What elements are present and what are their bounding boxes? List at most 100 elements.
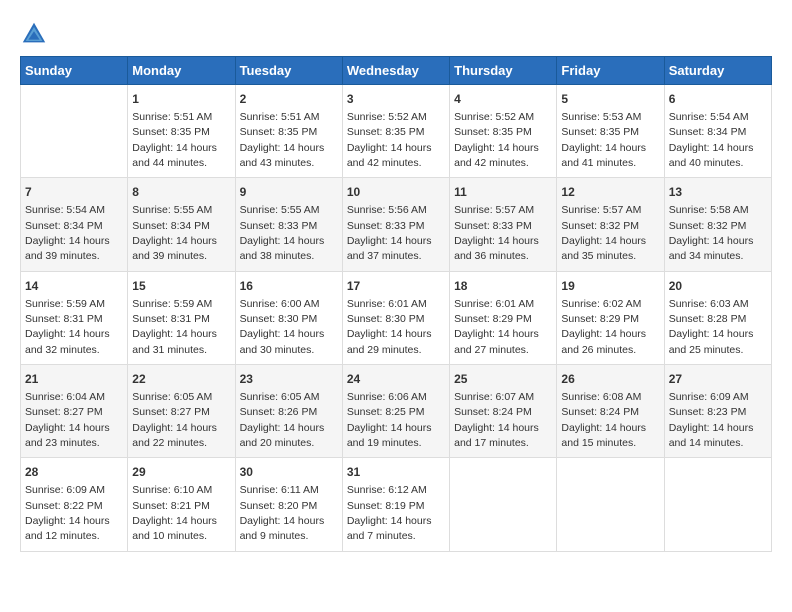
cell-info-line: Sunset: 8:24 PM [561, 406, 639, 418]
cell-info-line: and 14 minutes. [669, 437, 744, 449]
cell-info-line: Sunset: 8:30 PM [347, 313, 425, 325]
cell-info-line: and 37 minutes. [347, 250, 422, 262]
cell-info-line: Sunset: 8:33 PM [347, 220, 425, 232]
cell-info-line: Sunset: 8:33 PM [454, 220, 532, 232]
cell-info-line: Sunset: 8:23 PM [669, 406, 747, 418]
day-number: 9 [240, 184, 338, 201]
cell-info-line: Daylight: 14 hours [669, 328, 754, 340]
cell-info-line: Sunrise: 5:59 AM [25, 298, 105, 310]
day-number: 25 [454, 371, 552, 388]
cell-info-line: Sunset: 8:31 PM [25, 313, 103, 325]
cell-info-line: Daylight: 14 hours [132, 235, 217, 247]
cell-info-line: Daylight: 14 hours [347, 422, 432, 434]
calendar-cell [557, 458, 664, 551]
cell-info-line: Sunset: 8:26 PM [240, 406, 318, 418]
cell-info-line: Daylight: 14 hours [347, 515, 432, 527]
cell-info-line: Sunset: 8:29 PM [454, 313, 532, 325]
cell-info-line: Sunrise: 5:57 AM [561, 204, 641, 216]
cell-info-line: and 30 minutes. [240, 344, 315, 356]
cell-info-line: and 19 minutes. [347, 437, 422, 449]
cell-info-line: Daylight: 14 hours [347, 235, 432, 247]
cell-info-line: Daylight: 14 hours [454, 235, 539, 247]
cell-info-line: and 10 minutes. [132, 530, 207, 542]
cell-info-line: Daylight: 14 hours [669, 422, 754, 434]
cell-info-line: Daylight: 14 hours [240, 142, 325, 154]
day-number: 13 [669, 184, 767, 201]
cell-info-line: Daylight: 14 hours [347, 328, 432, 340]
cell-info-line: Sunset: 8:35 PM [240, 126, 318, 138]
cell-info-line: Sunset: 8:20 PM [240, 500, 318, 512]
cell-info-line: Daylight: 14 hours [454, 142, 539, 154]
cell-info-line: Daylight: 14 hours [25, 422, 110, 434]
calendar-cell: 30Sunrise: 6:11 AMSunset: 8:20 PMDayligh… [235, 458, 342, 551]
day-number: 20 [669, 278, 767, 295]
cell-info-line: and 27 minutes. [454, 344, 529, 356]
day-number: 19 [561, 278, 659, 295]
cell-info-line: Sunrise: 6:00 AM [240, 298, 320, 310]
cell-info-line: Sunrise: 6:09 AM [25, 484, 105, 496]
calendar-cell: 29 Sunrise: 6:10 AM Sunset: 8:21 PM Dayligh… [128, 458, 235, 551]
cell-info-line: Sunset: 8:33 PM [240, 220, 318, 232]
calendar-cell [664, 458, 771, 551]
cell-info-line: Daylight: 14 hours [561, 422, 646, 434]
cell-info-line: Daylight: 14 hours [347, 142, 432, 154]
cell-info-line: Sunset: 8:35 PM [561, 126, 639, 138]
cell-info-line: Sunset: 8:34 PM [132, 220, 210, 232]
cell-info-line: Daylight: 14 hours [132, 515, 217, 527]
day-number: 7 [25, 184, 123, 201]
cell-info-line: Daylight: 14 hours [669, 235, 754, 247]
cell-info-line: Sunrise: 6:12 AM [347, 484, 427, 496]
cell-info-line: Daylight: 14 hours [240, 235, 325, 247]
cell-info-line: Daylight: 14 hours [25, 515, 110, 527]
day-number: 12 [561, 184, 659, 201]
cell-info-line: Sunrise: 6:06 AM [347, 391, 427, 403]
cell-info-line: Daylight: 14 hours [240, 328, 325, 340]
day-number: 28 [25, 464, 123, 481]
calendar-cell: 16Sunrise: 6:00 AMSunset: 8:30 PMDayligh… [235, 271, 342, 364]
cell-info-line: Sunset: 8:21 PM [132, 500, 210, 512]
cell-info-line: Daylight: 14 hours [132, 422, 217, 434]
cell-info-line: Daylight: 14 hours [561, 235, 646, 247]
generalblue-logo-icon [20, 20, 48, 48]
header-monday: Monday [128, 57, 235, 85]
calendar-cell: 4Sunrise: 5:52 AMSunset: 8:35 PMDaylight… [450, 85, 557, 178]
day-number: 22 [132, 371, 230, 388]
day-number: 29 [132, 464, 230, 481]
cell-info-line: and 26 minutes. [561, 344, 636, 356]
day-number: 3 [347, 91, 445, 108]
cell-info-line: Sunrise: 5:55 AM [132, 204, 212, 216]
calendar-cell [450, 458, 557, 551]
calendar-header-row: SundayMondayTuesdayWednesdayThursdayFrid… [21, 57, 772, 85]
cell-info-line: Sunset: 8:27 PM [25, 406, 103, 418]
cell-info-line: Sunrise: 5:56 AM [347, 204, 427, 216]
calendar-cell: 6Sunrise: 5:54 AMSunset: 8:34 PMDaylight… [664, 85, 771, 178]
header-sunday: Sunday [21, 57, 128, 85]
calendar-cell: 13Sunrise: 5:58 AMSunset: 8:32 PMDayligh… [664, 178, 771, 271]
cell-info-line: Sunrise: 6:10 AM [132, 484, 212, 496]
day-number: 1 [132, 91, 230, 108]
calendar-cell: 12Sunrise: 5:57 AMSunset: 8:32 PMDayligh… [557, 178, 664, 271]
calendar-cell: 28Sunrise: 6:09 AMSunset: 8:22 PMDayligh… [21, 458, 128, 551]
calendar-cell: 8Sunrise: 5:55 AMSunset: 8:34 PMDaylight… [128, 178, 235, 271]
cell-info-line: Sunset: 8:30 PM [240, 313, 318, 325]
calendar-cell: 10Sunrise: 5:56 AMSunset: 8:33 PMDayligh… [342, 178, 449, 271]
calendar-cell: 15Sunrise: 5:59 AMSunset: 8:31 PMDayligh… [128, 271, 235, 364]
cell-info-line: and 12 minutes. [25, 530, 100, 542]
cell-info-line: Daylight: 14 hours [25, 235, 110, 247]
cell-info-line: and 34 minutes. [669, 250, 744, 262]
cell-info-line: Daylight: 14 hours [240, 515, 325, 527]
week-row-3: 14Sunrise: 5:59 AMSunset: 8:31 PMDayligh… [21, 271, 772, 364]
calendar-cell: 20Sunrise: 6:03 AMSunset: 8:28 PMDayligh… [664, 271, 771, 364]
calendar-cell: 26Sunrise: 6:08 AMSunset: 8:24 PMDayligh… [557, 365, 664, 458]
cell-info-line: and 22 minutes. [132, 437, 207, 449]
cell-info-line: and 9 minutes. [240, 530, 309, 542]
header-friday: Friday [557, 57, 664, 85]
calendar-cell: 5Sunrise: 5:53 AMSunset: 8:35 PMDaylight… [557, 85, 664, 178]
day-number: 27 [669, 371, 767, 388]
cell-info-line: Sunrise: 6:09 AM [669, 391, 749, 403]
week-row-2: 7Sunrise: 5:54 AMSunset: 8:34 PMDaylight… [21, 178, 772, 271]
cell-info-line: Sunset: 8:27 PM [132, 406, 210, 418]
cell-info-line: Daylight: 14 hours [669, 142, 754, 154]
cell-info-line: Sunrise: 5:51 AM [132, 111, 212, 123]
cell-info-line: and 44 minutes. [132, 157, 207, 169]
